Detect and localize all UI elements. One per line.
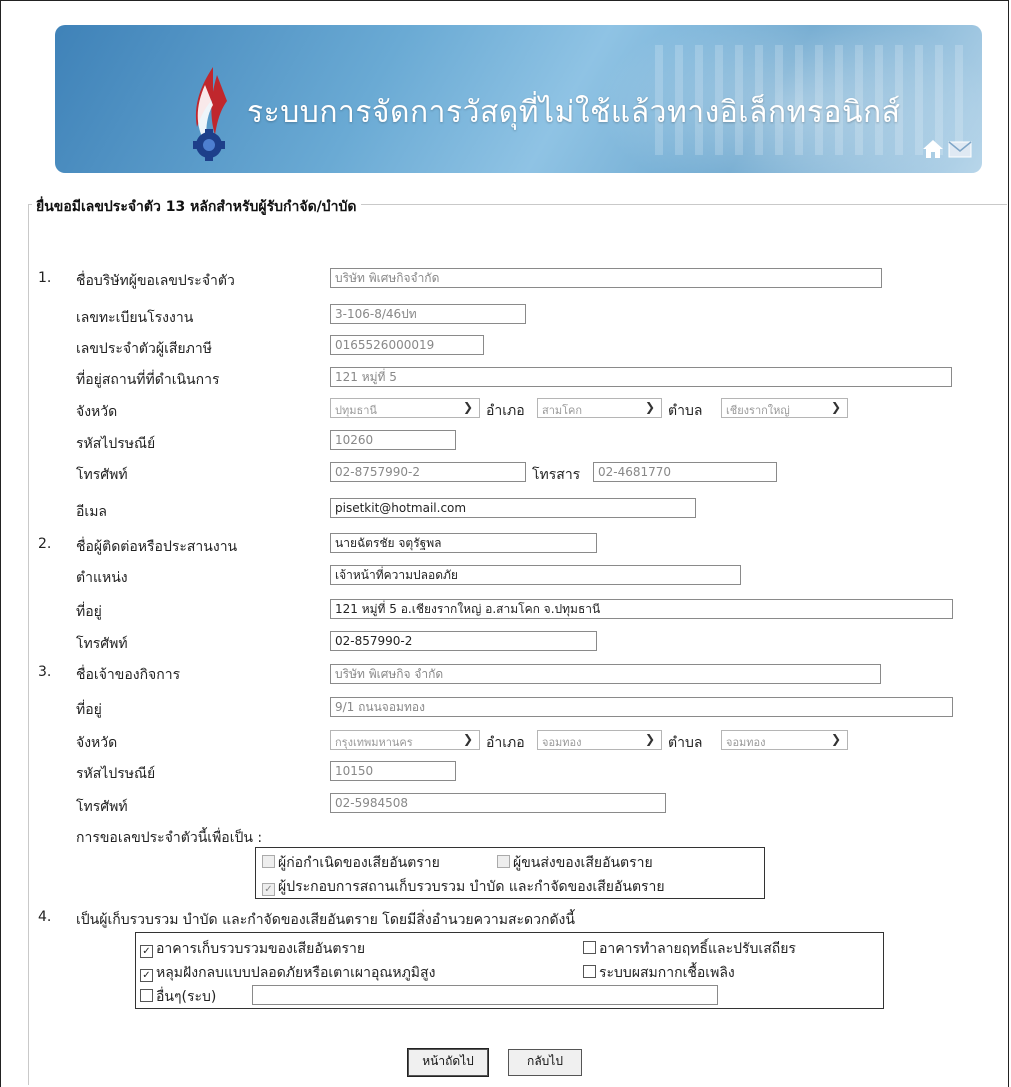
owner-province-label: จังหวัด bbox=[76, 735, 118, 751]
factory-reg-label: เลขทะเบียนโรงงาน bbox=[76, 310, 194, 326]
fax-input[interactable] bbox=[593, 462, 777, 482]
chevron-down-icon: ❯ bbox=[644, 732, 655, 746]
checkbox-icon bbox=[583, 941, 596, 954]
subdistrict-value: เชียงรากใหญ่ bbox=[726, 404, 790, 417]
owner-province-value: กรุงเทพมหานคร bbox=[335, 736, 413, 749]
purpose-label: การขอเลขประจำตัวนี้เพื่อเป็น : bbox=[76, 830, 263, 846]
next-page-button[interactable]: หน้าถัดไป bbox=[407, 1048, 489, 1077]
checkbox-icon bbox=[262, 855, 275, 868]
facility-neutralization-building[interactable]: อาคารทำลายฤทธิ์และปรับเสถียร bbox=[583, 938, 796, 960]
district-select[interactable]: สามโคก ❯ bbox=[537, 398, 662, 418]
contact-address-label: ที่อยู่ bbox=[76, 604, 102, 620]
owner-district-select[interactable]: จอมทอง ❯ bbox=[537, 730, 662, 750]
chevron-down-icon: ❯ bbox=[830, 400, 841, 414]
banner-icons bbox=[922, 139, 972, 163]
facilities-heading: เป็นผู้เก็บรวบรวม บำบัด และกำจัดของเสียอ… bbox=[76, 912, 575, 928]
section-1-number: 1. bbox=[38, 270, 52, 286]
purpose-option-label: ผู้ประกอบการสถานเก็บรวบรวม บำบัด และกำจั… bbox=[278, 879, 665, 895]
back-button[interactable]: กลับไป bbox=[508, 1049, 582, 1076]
facility-option-label: อาคารเก็บรวบรวมของเสียอันตราย bbox=[156, 941, 366, 957]
owner-postal-label: รหัสไปรษณีย์ bbox=[76, 766, 156, 782]
owner-subdistrict-select[interactable]: จอมทอง ❯ bbox=[721, 730, 848, 750]
owner-province-select[interactable]: กรุงเทพมหานคร ❯ bbox=[330, 730, 480, 750]
district-value: สามโคก bbox=[542, 404, 583, 417]
phone-label: โทรศัพท์ bbox=[76, 467, 128, 483]
checkbox-icon bbox=[497, 855, 510, 868]
facility-option-label: อื่นๆ(ระบ) bbox=[156, 989, 217, 1005]
factory-reg-input[interactable] bbox=[330, 304, 526, 324]
contact-phone-label: โทรศัพท์ bbox=[76, 636, 128, 652]
section-3-number: 3. bbox=[38, 664, 52, 680]
tax-id-input[interactable] bbox=[330, 335, 484, 355]
district-label: อำเภอ bbox=[486, 403, 525, 419]
owner-name-input[interactable] bbox=[330, 664, 881, 684]
owner-name-label: ชื่อเจ้าของกิจการ bbox=[76, 667, 181, 683]
operation-address-label: ที่อยู่สถานที่ที่ดำเนินการ bbox=[76, 372, 220, 388]
owner-phone-input[interactable] bbox=[330, 793, 666, 813]
chevron-down-icon: ❯ bbox=[462, 732, 473, 746]
form-legend: ยื่นขอมีเลขประจำตัว 13 หลักสำหรับผู้รับก… bbox=[32, 196, 361, 218]
owner-address-label: ที่อยู่ bbox=[76, 702, 102, 718]
fax-label: โทรสาร bbox=[532, 467, 581, 483]
section-2-number: 2. bbox=[38, 536, 52, 552]
position-label: ตำแหน่ง bbox=[76, 570, 128, 586]
contact-name-input[interactable] bbox=[330, 533, 597, 553]
contact-address-input[interactable] bbox=[330, 599, 953, 619]
subdistrict-label: ตำบล bbox=[668, 403, 703, 419]
facility-landfill-incinerator[interactable]: ✓ หลุมฝังกลบแบบปลอดภัยหรือเตาเผาอุณหภูมิส… bbox=[140, 962, 435, 984]
operation-address-input[interactable] bbox=[330, 367, 952, 387]
checkbox-checked-icon: ✓ bbox=[140, 969, 153, 982]
checkbox-checked-icon: ✓ bbox=[140, 945, 153, 958]
header-banner: ระบบการจัดการวัสดุที่ไม่ใช้แล้วทางอิเล็ก… bbox=[55, 25, 982, 173]
facility-other-input[interactable] bbox=[252, 985, 718, 1005]
owner-subdistrict-label: ตำบล bbox=[668, 735, 703, 751]
owner-district-label: อำเภอ bbox=[486, 735, 525, 751]
facility-option-label: หลุมฝังกลบแบบปลอดภัยหรือเตาเผาอุณหภูมิสู… bbox=[156, 965, 436, 981]
owner-phone-label: โทรศัพท์ bbox=[76, 799, 128, 815]
facility-storage-building[interactable]: ✓ อาคารเก็บรวบรวมของเสียอันตราย bbox=[140, 938, 365, 960]
purpose-option-label: ผู้ก่อกำเนิดของเสียอันตราย bbox=[278, 855, 440, 871]
home-icon[interactable] bbox=[922, 139, 944, 163]
chevron-down-icon: ❯ bbox=[462, 400, 473, 414]
subdistrict-select[interactable]: เชียงรากใหญ่ ❯ bbox=[721, 398, 848, 418]
contact-name-label: ชื่อผู้ติดต่อหรือประสานงาน bbox=[76, 539, 238, 555]
checkbox-icon bbox=[583, 965, 596, 978]
logo-icon bbox=[193, 67, 227, 161]
owner-subdistrict-value: จอมทอง bbox=[726, 736, 766, 749]
province-label: จังหวัด bbox=[76, 404, 118, 420]
purpose-option-generator[interactable]: ผู้ก่อกำเนิดของเสียอันตราย bbox=[262, 852, 440, 874]
owner-postal-input[interactable] bbox=[330, 761, 456, 781]
province-value: ปทุมธานี bbox=[335, 404, 377, 417]
section-4-number: 4. bbox=[38, 909, 52, 925]
company-name-label: ชื่อบริษัทผู้ขอเลขประจำตัว bbox=[76, 273, 235, 289]
purpose-option-transporter[interactable]: ผู้ขนส่งของเสียอันตราย bbox=[497, 852, 653, 874]
facility-option-label: อาคารทำลายฤทธิ์และปรับเสถียร bbox=[599, 941, 796, 957]
company-name-input[interactable] bbox=[330, 268, 882, 288]
checkbox-checked-icon: ✓ bbox=[262, 883, 275, 896]
chevron-down-icon: ❯ bbox=[644, 400, 655, 414]
facility-option-label: ระบบผสมกากเชื้อเพลิง bbox=[599, 965, 735, 981]
email-label: อีเมล bbox=[76, 504, 108, 520]
postal-code-label: รหัสไปรษณีย์ bbox=[76, 436, 156, 452]
province-select[interactable]: ปทุมธานี ❯ bbox=[330, 398, 480, 418]
tax-id-label: เลขประจำตัวผู้เสียภาษี bbox=[76, 341, 212, 357]
postal-code-input[interactable] bbox=[330, 430, 456, 450]
contact-phone-input[interactable] bbox=[330, 631, 597, 651]
position-input[interactable] bbox=[330, 565, 741, 585]
facility-fuel-blending[interactable]: ระบบผสมกากเชื้อเพลิง bbox=[583, 962, 735, 984]
purpose-option-treatment[interactable]: ✓ ผู้ประกอบการสถานเก็บรวบรวม บำบัด และกำจ… bbox=[262, 876, 665, 898]
purpose-option-label: ผู้ขนส่งของเสียอันตราย bbox=[513, 855, 653, 871]
checkbox-icon bbox=[140, 989, 153, 1002]
phone-input[interactable] bbox=[330, 462, 526, 482]
chevron-down-icon: ❯ bbox=[830, 732, 841, 746]
banner-title: ระบบการจัดการวัสดุที่ไม่ใช้แล้วทางอิเล็ก… bbox=[247, 95, 901, 130]
owner-address-input[interactable] bbox=[330, 697, 953, 717]
facility-other[interactable]: อื่นๆ(ระบ) bbox=[140, 986, 216, 1008]
owner-district-value: จอมทอง bbox=[542, 736, 582, 749]
mail-icon[interactable] bbox=[948, 139, 972, 163]
email-input[interactable] bbox=[330, 498, 696, 518]
